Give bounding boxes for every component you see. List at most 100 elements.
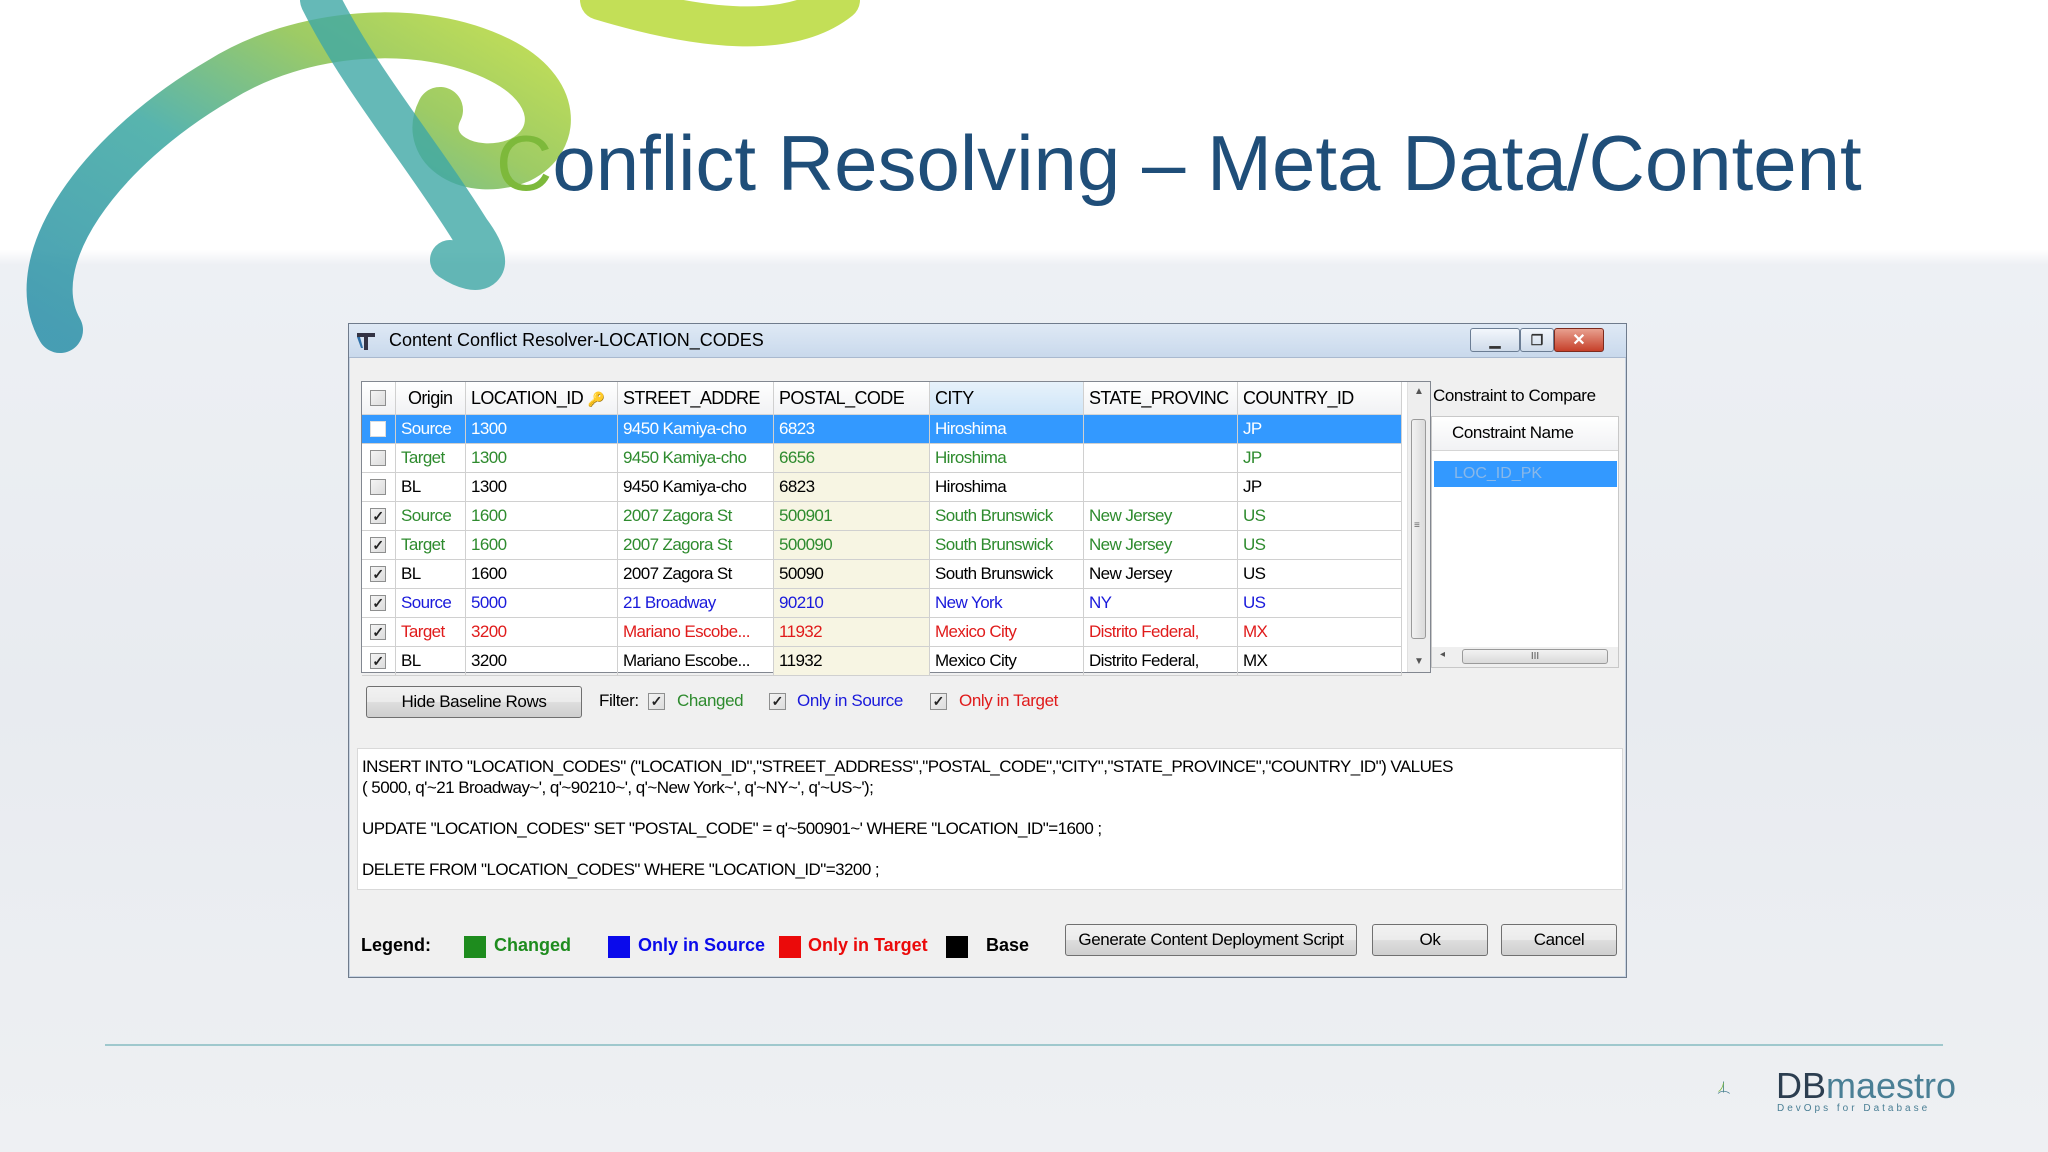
cell-location-id[interactable]: 1600 [466, 531, 618, 560]
cell-location-id[interactable]: 1300 [466, 444, 618, 473]
table-row[interactable]: ✓ Target 3200 Mariano Escobe... 11932 Mexico … [362, 618, 1402, 647]
ok-button[interactable]: Ok [1372, 924, 1488, 956]
table-row[interactable]: ✓ Target 1600 2007 Zagora St 500090 South Bru… [362, 531, 1402, 560]
cell-state[interactable]: New Jersey [1084, 531, 1238, 560]
constraint-scroll-thumb[interactable]: III [1462, 649, 1608, 664]
cell-country[interactable]: JP [1238, 415, 1402, 444]
cell-city[interactable]: Mexico City [930, 618, 1084, 647]
filter-only-in-source-label[interactable]: Only in Source [797, 691, 903, 711]
filter-changed-label[interactable]: Changed [677, 691, 744, 711]
sql-script-preview[interactable]: INSERT INTO "LOCATION_CODES" ("LOCATION_… [357, 748, 1623, 890]
row-checkbox-cell[interactable]: ✓ [362, 502, 396, 531]
cell-state[interactable]: Distrito Federal, [1084, 647, 1238, 676]
cell-origin[interactable]: BL [396, 560, 466, 589]
cell-postal[interactable]: 90210 [774, 589, 930, 618]
filter-only-in-source-checkbox[interactable]: ✓ [769, 693, 786, 710]
cell-street[interactable]: 9450 Kamiya-cho [618, 415, 774, 444]
cell-city[interactable]: Hiroshima [930, 473, 1084, 502]
cell-postal[interactable]: 500901 [774, 502, 930, 531]
restore-button[interactable]: ❐ [1520, 328, 1554, 352]
cell-city[interactable]: New York [930, 589, 1084, 618]
cell-street[interactable]: 2007 Zagora St [618, 502, 774, 531]
cell-location-id[interactable]: 1300 [466, 473, 618, 502]
row-checkbox[interactable]: ✓ [370, 566, 386, 582]
cell-origin[interactable]: BL [396, 473, 466, 502]
cell-city[interactable]: South Brunswick [930, 560, 1084, 589]
cell-state[interactable]: New Jersey [1084, 502, 1238, 531]
constraint-list[interactable]: Constraint Name LOC_ID_PK ◂ III [1431, 416, 1619, 668]
table-row[interactable]: ✓ BL 3200 Mariano Escobe... 11932 Mexico City… [362, 647, 1402, 676]
column-header-location-id[interactable]: LOCATION_ID 🔑 [466, 382, 618, 415]
cell-origin[interactable]: Target [396, 618, 466, 647]
table-row[interactable]: ✓ Source 5000 21 Broadway 90210 New York NY US [362, 589, 1402, 618]
row-checkbox-cell[interactable] [362, 473, 396, 502]
cell-state[interactable] [1084, 415, 1238, 444]
column-header-postal-code[interactable]: POSTAL_CODE [774, 382, 930, 415]
filter-only-in-target-checkbox[interactable]: ✓ [930, 693, 947, 710]
cell-location-id[interactable]: 1300 [466, 415, 618, 444]
header-select-all-cell[interactable] [362, 382, 396, 415]
cell-country[interactable]: JP [1238, 444, 1402, 473]
constraint-name-header[interactable]: Constraint Name [1432, 417, 1618, 451]
row-checkbox-cell[interactable] [362, 415, 396, 444]
cell-street[interactable]: 21 Broadway [618, 589, 774, 618]
column-header-country[interactable]: COUNTRY_ID [1238, 382, 1402, 415]
table-row[interactable]: BL 1300 9450 Kamiya-cho 6823 Hiroshima JP [362, 473, 1402, 502]
grid-scroll-thumb[interactable]: ≡ [1411, 419, 1426, 639]
cell-state[interactable] [1084, 444, 1238, 473]
table-row[interactable]: ✓ BL 1600 2007 Zagora St 50090 South Brunswic… [362, 560, 1402, 589]
cell-street[interactable]: 2007 Zagora St [618, 560, 774, 589]
row-checkbox-cell[interactable]: ✓ [362, 531, 396, 560]
cell-state[interactable]: NY [1084, 589, 1238, 618]
table-row[interactable]: ✓ Source 1600 2007 Zagora St 500901 South Bru… [362, 502, 1402, 531]
row-checkbox[interactable] [370, 421, 386, 437]
column-header-state[interactable]: STATE_PROVINC [1084, 382, 1238, 415]
generate-script-button[interactable]: Generate Content Deployment Script [1065, 924, 1357, 956]
constraint-horizontal-scrollbar[interactable]: ◂ III [1432, 647, 1618, 667]
cell-country[interactable]: JP [1238, 473, 1402, 502]
cell-location-id[interactable]: 3200 [466, 647, 618, 676]
column-header-street[interactable]: STREET_ADDRE [618, 382, 774, 415]
scroll-left-arrow-icon[interactable]: ◂ [1440, 649, 1445, 660]
row-checkbox-cell[interactable]: ✓ [362, 589, 396, 618]
cell-city[interactable]: South Brunswick [930, 502, 1084, 531]
cell-street[interactable]: 2007 Zagora St [618, 531, 774, 560]
cell-city[interactable]: Hiroshima [930, 415, 1084, 444]
column-header-origin[interactable]: Origin [396, 382, 466, 415]
cell-postal[interactable]: 6656 [774, 444, 930, 473]
row-checkbox-cell[interactable]: ✓ [362, 560, 396, 589]
row-checkbox[interactable]: ✓ [370, 653, 386, 669]
hide-baseline-rows-button[interactable]: Hide Baseline Rows [366, 686, 582, 718]
cell-origin[interactable]: BL [396, 647, 466, 676]
cell-origin[interactable]: Source [396, 589, 466, 618]
cell-postal[interactable]: 6823 [774, 415, 930, 444]
cell-street[interactable]: Mariano Escobe... [618, 618, 774, 647]
row-checkbox[interactable]: ✓ [370, 624, 386, 640]
cell-street[interactable]: 9450 Kamiya-cho [618, 473, 774, 502]
cell-postal[interactable]: 500090 [774, 531, 930, 560]
cell-street[interactable]: Mariano Escobe... [618, 647, 774, 676]
row-checkbox[interactable]: ✓ [370, 508, 386, 524]
column-header-city[interactable]: CITY [930, 382, 1084, 415]
content-grid[interactable]: Origin LOCATION_ID 🔑 STREET_ADDRE POSTAL… [361, 381, 1431, 676]
row-checkbox-cell[interactable]: ✓ [362, 618, 396, 647]
row-checkbox[interactable] [370, 479, 386, 495]
table-row[interactable]: Source 1300 9450 Kamiya-cho 6823 Hiroshima JP [362, 415, 1402, 444]
table-row[interactable]: Target 1300 9450 Kamiya-cho 6656 Hiroshima JP [362, 444, 1402, 473]
cell-postal[interactable]: 11932 [774, 618, 930, 647]
cell-state[interactable]: Distrito Federal, [1084, 618, 1238, 647]
row-checkbox-cell[interactable] [362, 444, 396, 473]
filter-only-in-target-label[interactable]: Only in Target [959, 691, 1058, 711]
cell-state[interactable] [1084, 473, 1238, 502]
cell-street[interactable]: 9450 Kamiya-cho [618, 444, 774, 473]
cell-location-id[interactable]: 1600 [466, 502, 618, 531]
cell-country[interactable]: MX [1238, 618, 1402, 647]
cell-origin[interactable]: Target [396, 531, 466, 560]
row-checkbox[interactable]: ✓ [370, 595, 386, 611]
constraint-item[interactable]: LOC_ID_PK [1434, 461, 1617, 487]
cell-country[interactable]: MX [1238, 647, 1402, 676]
cancel-button[interactable]: Cancel [1501, 924, 1617, 956]
cell-postal[interactable]: 11932 [774, 647, 930, 676]
cell-postal[interactable]: 50090 [774, 560, 930, 589]
cell-city[interactable]: South Brunswick [930, 531, 1084, 560]
